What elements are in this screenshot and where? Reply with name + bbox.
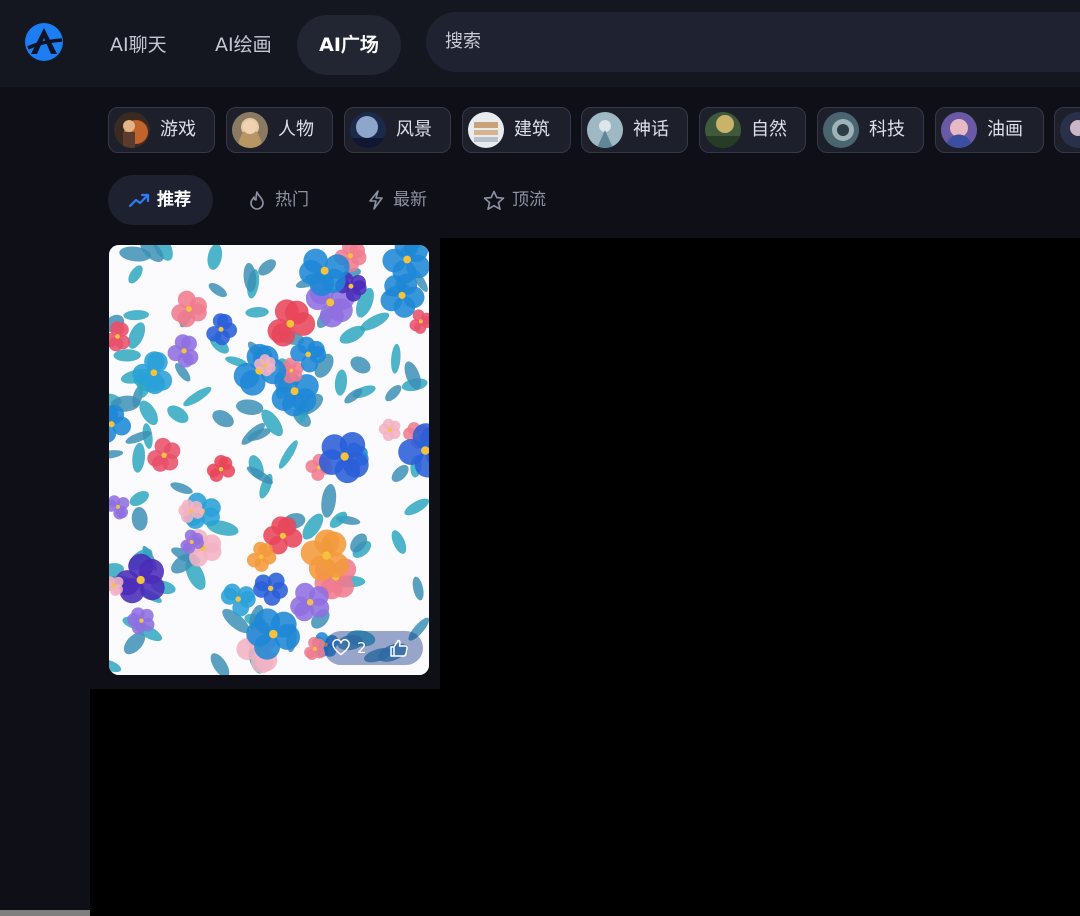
- category-label: 建筑: [514, 119, 550, 140]
- sort-tab-label: 最新: [393, 190, 427, 210]
- category-chip-character[interactable]: 人物: [226, 107, 333, 153]
- sort-tab-recommended[interactable]: 推荐: [108, 175, 213, 225]
- landscape-category-thumbnail: [350, 112, 386, 148]
- category-label: 游戏: [160, 119, 196, 140]
- lightning-icon: [369, 190, 383, 210]
- oil-painting-category-thumbnail: [941, 112, 977, 148]
- star-icon: [483, 190, 505, 211]
- category-chip-row: 游戏 人物 风景 建筑 神话 自然 科技 油画: [108, 107, 1080, 155]
- category-label: 油画: [987, 119, 1023, 140]
- sort-tab-newest[interactable]: 最新: [366, 175, 446, 225]
- sort-tab-label: 推荐: [157, 190, 191, 210]
- category-chip-myth[interactable]: 神话: [581, 107, 688, 153]
- flame-icon: [250, 191, 264, 210]
- myth-category-thumbnail: [587, 112, 623, 148]
- category-label: 风景: [396, 119, 432, 140]
- sort-tab-label: 热门: [275, 190, 309, 210]
- category-thumbnail: [1060, 112, 1080, 148]
- category-chip-oil-painting[interactable]: 油画: [935, 107, 1044, 153]
- sort-tab-label: 顶流: [512, 190, 546, 210]
- bottom-scroll-strip: [0, 910, 90, 916]
- sort-tab-top[interactable]: 顶流: [483, 175, 563, 225]
- category-label: 自然: [751, 119, 787, 140]
- character-category-thumbnail: [232, 112, 268, 148]
- heart-icon[interactable]: [332, 639, 350, 656]
- thumbs-up-icon[interactable]: [389, 638, 409, 658]
- category-chip-more[interactable]: [1054, 107, 1080, 153]
- gallery-card[interactable]: [109, 245, 429, 675]
- technology-category-thumbnail: [823, 112, 859, 148]
- like-count: 2: [357, 639, 367, 657]
- card-action-bar: 2: [324, 631, 423, 665]
- category-chip-landscape[interactable]: 风景: [344, 107, 451, 153]
- sort-tab-hot[interactable]: 热门: [247, 175, 327, 225]
- architecture-category-thumbnail: [468, 112, 504, 148]
- nav-tab-ai-drawing[interactable]: AI绘画: [195, 15, 292, 75]
- search-input[interactable]: [445, 12, 1045, 71]
- empty-content-area-lower: [90, 689, 1080, 916]
- nature-category-thumbnail: [705, 112, 741, 148]
- category-label: 科技: [869, 119, 905, 140]
- category-label: 神话: [633, 119, 669, 140]
- watercolor-floral-pattern-image: [109, 245, 429, 675]
- app-logo-icon[interactable]: [24, 22, 64, 62]
- category-chip-game[interactable]: 游戏: [108, 107, 215, 153]
- game-category-thumbnail: [114, 112, 150, 148]
- category-label: 人物: [278, 119, 314, 140]
- category-chip-technology[interactable]: 科技: [817, 107, 924, 153]
- search-bar[interactable]: [426, 12, 1080, 72]
- nav-tab-ai-chat[interactable]: AI聊天: [90, 15, 187, 75]
- nav-tab-ai-plaza[interactable]: AI广场: [297, 15, 401, 75]
- category-chip-nature[interactable]: 自然: [699, 107, 806, 153]
- trending-icon: [128, 193, 150, 208]
- category-chip-architecture[interactable]: 建筑: [462, 107, 571, 153]
